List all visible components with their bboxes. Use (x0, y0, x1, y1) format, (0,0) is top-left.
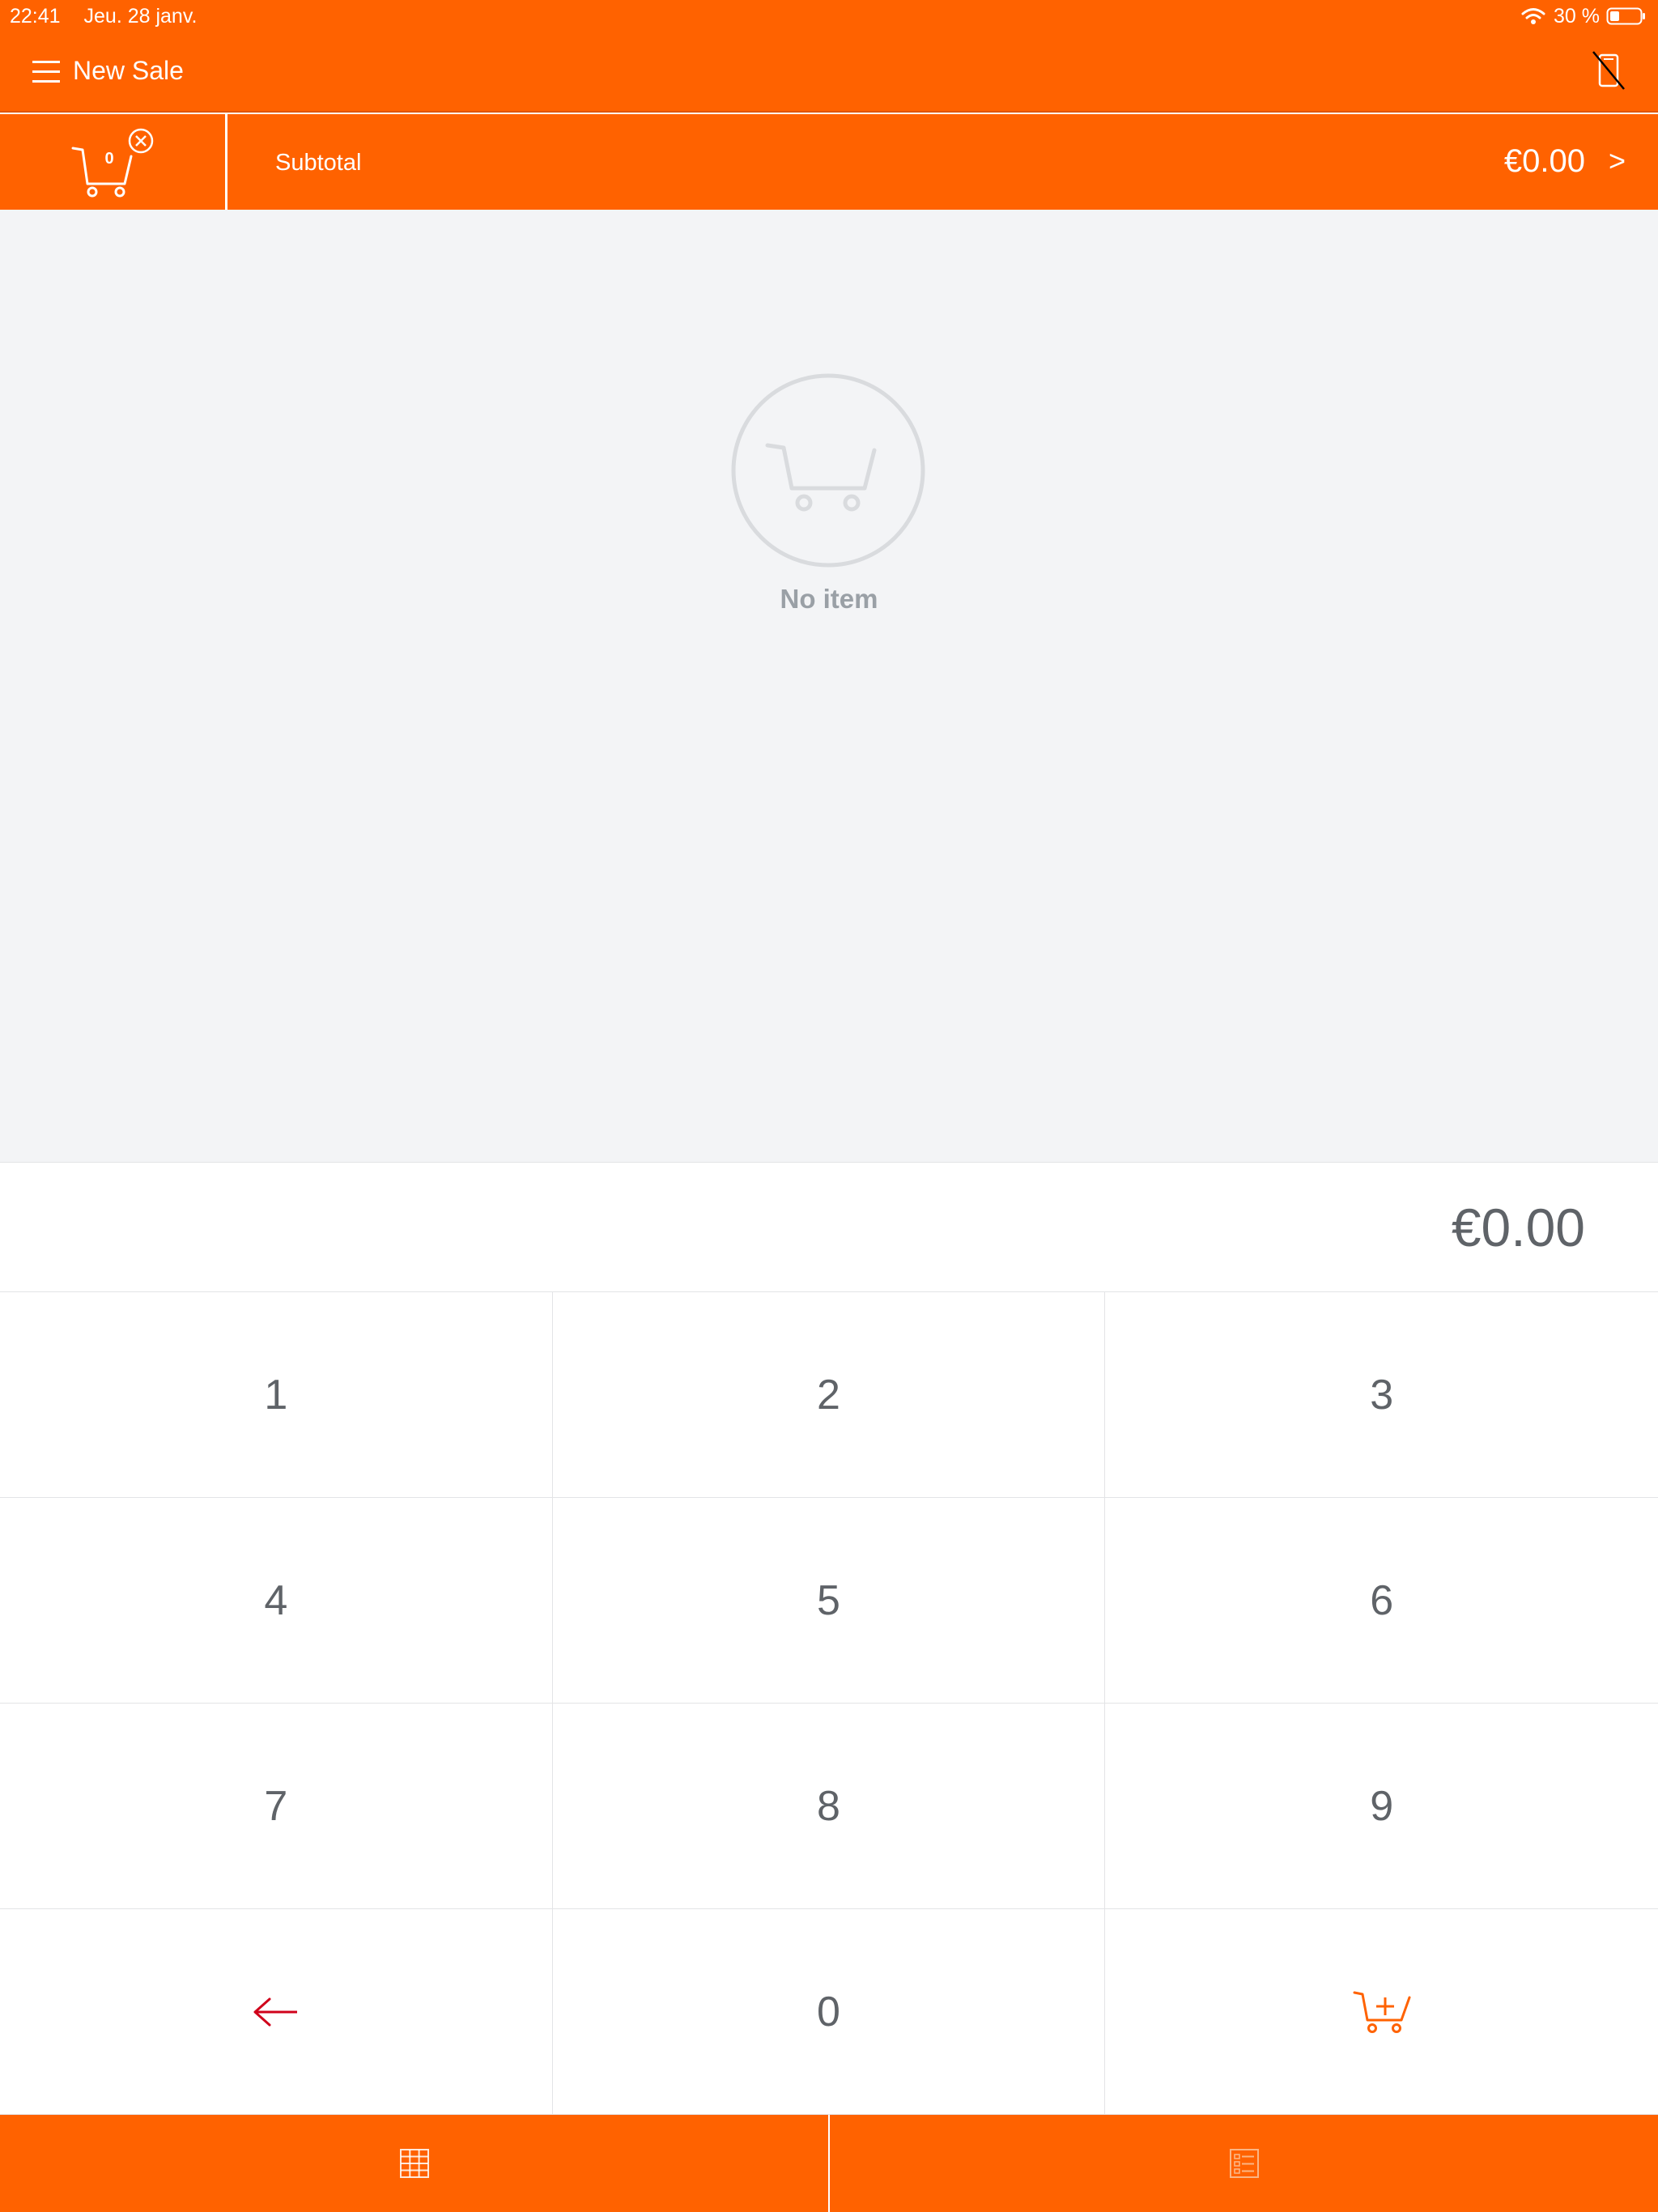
subtotal-bar[interactable]: 0 Subtotal €0.00 > (0, 114, 1658, 210)
clear-cart-icon[interactable] (126, 126, 155, 155)
key-1[interactable]: 1 (0, 1292, 553, 1498)
key-7[interactable]: 7 (0, 1704, 553, 1909)
menu-icon[interactable] (31, 58, 62, 86)
status-bar: 22:41 Jeu. 28 janv. 30 % (0, 0, 1658, 32)
status-time: 22:41 (10, 5, 61, 28)
backspace-button[interactable] (0, 1909, 553, 2115)
amount-display: €0.00 (0, 1163, 1658, 1292)
key-4[interactable]: 4 (0, 1498, 553, 1704)
key-5[interactable]: 5 (552, 1498, 1106, 1704)
cart-count: 0 (104, 150, 114, 168)
key-9[interactable]: 9 (1105, 1704, 1658, 1909)
device-disconnected-icon[interactable] (1588, 47, 1629, 96)
cart-divider (225, 114, 227, 210)
bottom-nav (0, 2115, 1658, 2212)
key-2[interactable]: 2 (552, 1292, 1106, 1498)
grid-icon (399, 2149, 429, 2178)
status-date: Jeu. 28 janv. (83, 5, 198, 28)
cart-plus-icon (1353, 1991, 1411, 2033)
key-6[interactable]: 6 (1105, 1498, 1658, 1704)
keypad: 1 2 3 4 5 6 7 8 9 0 (0, 1292, 1658, 2115)
key-8[interactable]: 8 (552, 1704, 1106, 1909)
empty-cart-icon (731, 373, 925, 568)
amount-value: €0.00 (1451, 1197, 1585, 1257)
cart-button[interactable]: 0 (0, 114, 225, 210)
list-icon (1229, 2149, 1259, 2178)
arrow-left-icon (253, 1997, 297, 2026)
subtotal-label: Subtotal (275, 150, 362, 176)
page-title: New Sale (73, 56, 184, 85)
status-left: 22:41 Jeu. 28 janv. (10, 0, 197, 32)
key-3[interactable]: 3 (1105, 1292, 1658, 1498)
catalog-tab[interactable] (830, 2115, 1658, 2212)
keypad-tab[interactable] (0, 2115, 828, 2212)
subtotal-chevron-icon[interactable]: > (1609, 138, 1626, 184)
battery-percent: 30 % (1554, 5, 1600, 28)
key-0[interactable]: 0 (552, 1909, 1106, 2115)
subtotal-amount: €0.00 (1503, 143, 1585, 179)
status-right: 30 % (1521, 0, 1647, 32)
battery-icon (1606, 7, 1645, 25)
app-header: New Sale (0, 32, 1658, 113)
cart-items-panel: No item (0, 210, 1658, 1163)
wifi-icon (1521, 8, 1545, 24)
empty-cart-message: No item (780, 584, 878, 614)
add-to-cart-button[interactable] (1105, 1909, 1658, 2115)
